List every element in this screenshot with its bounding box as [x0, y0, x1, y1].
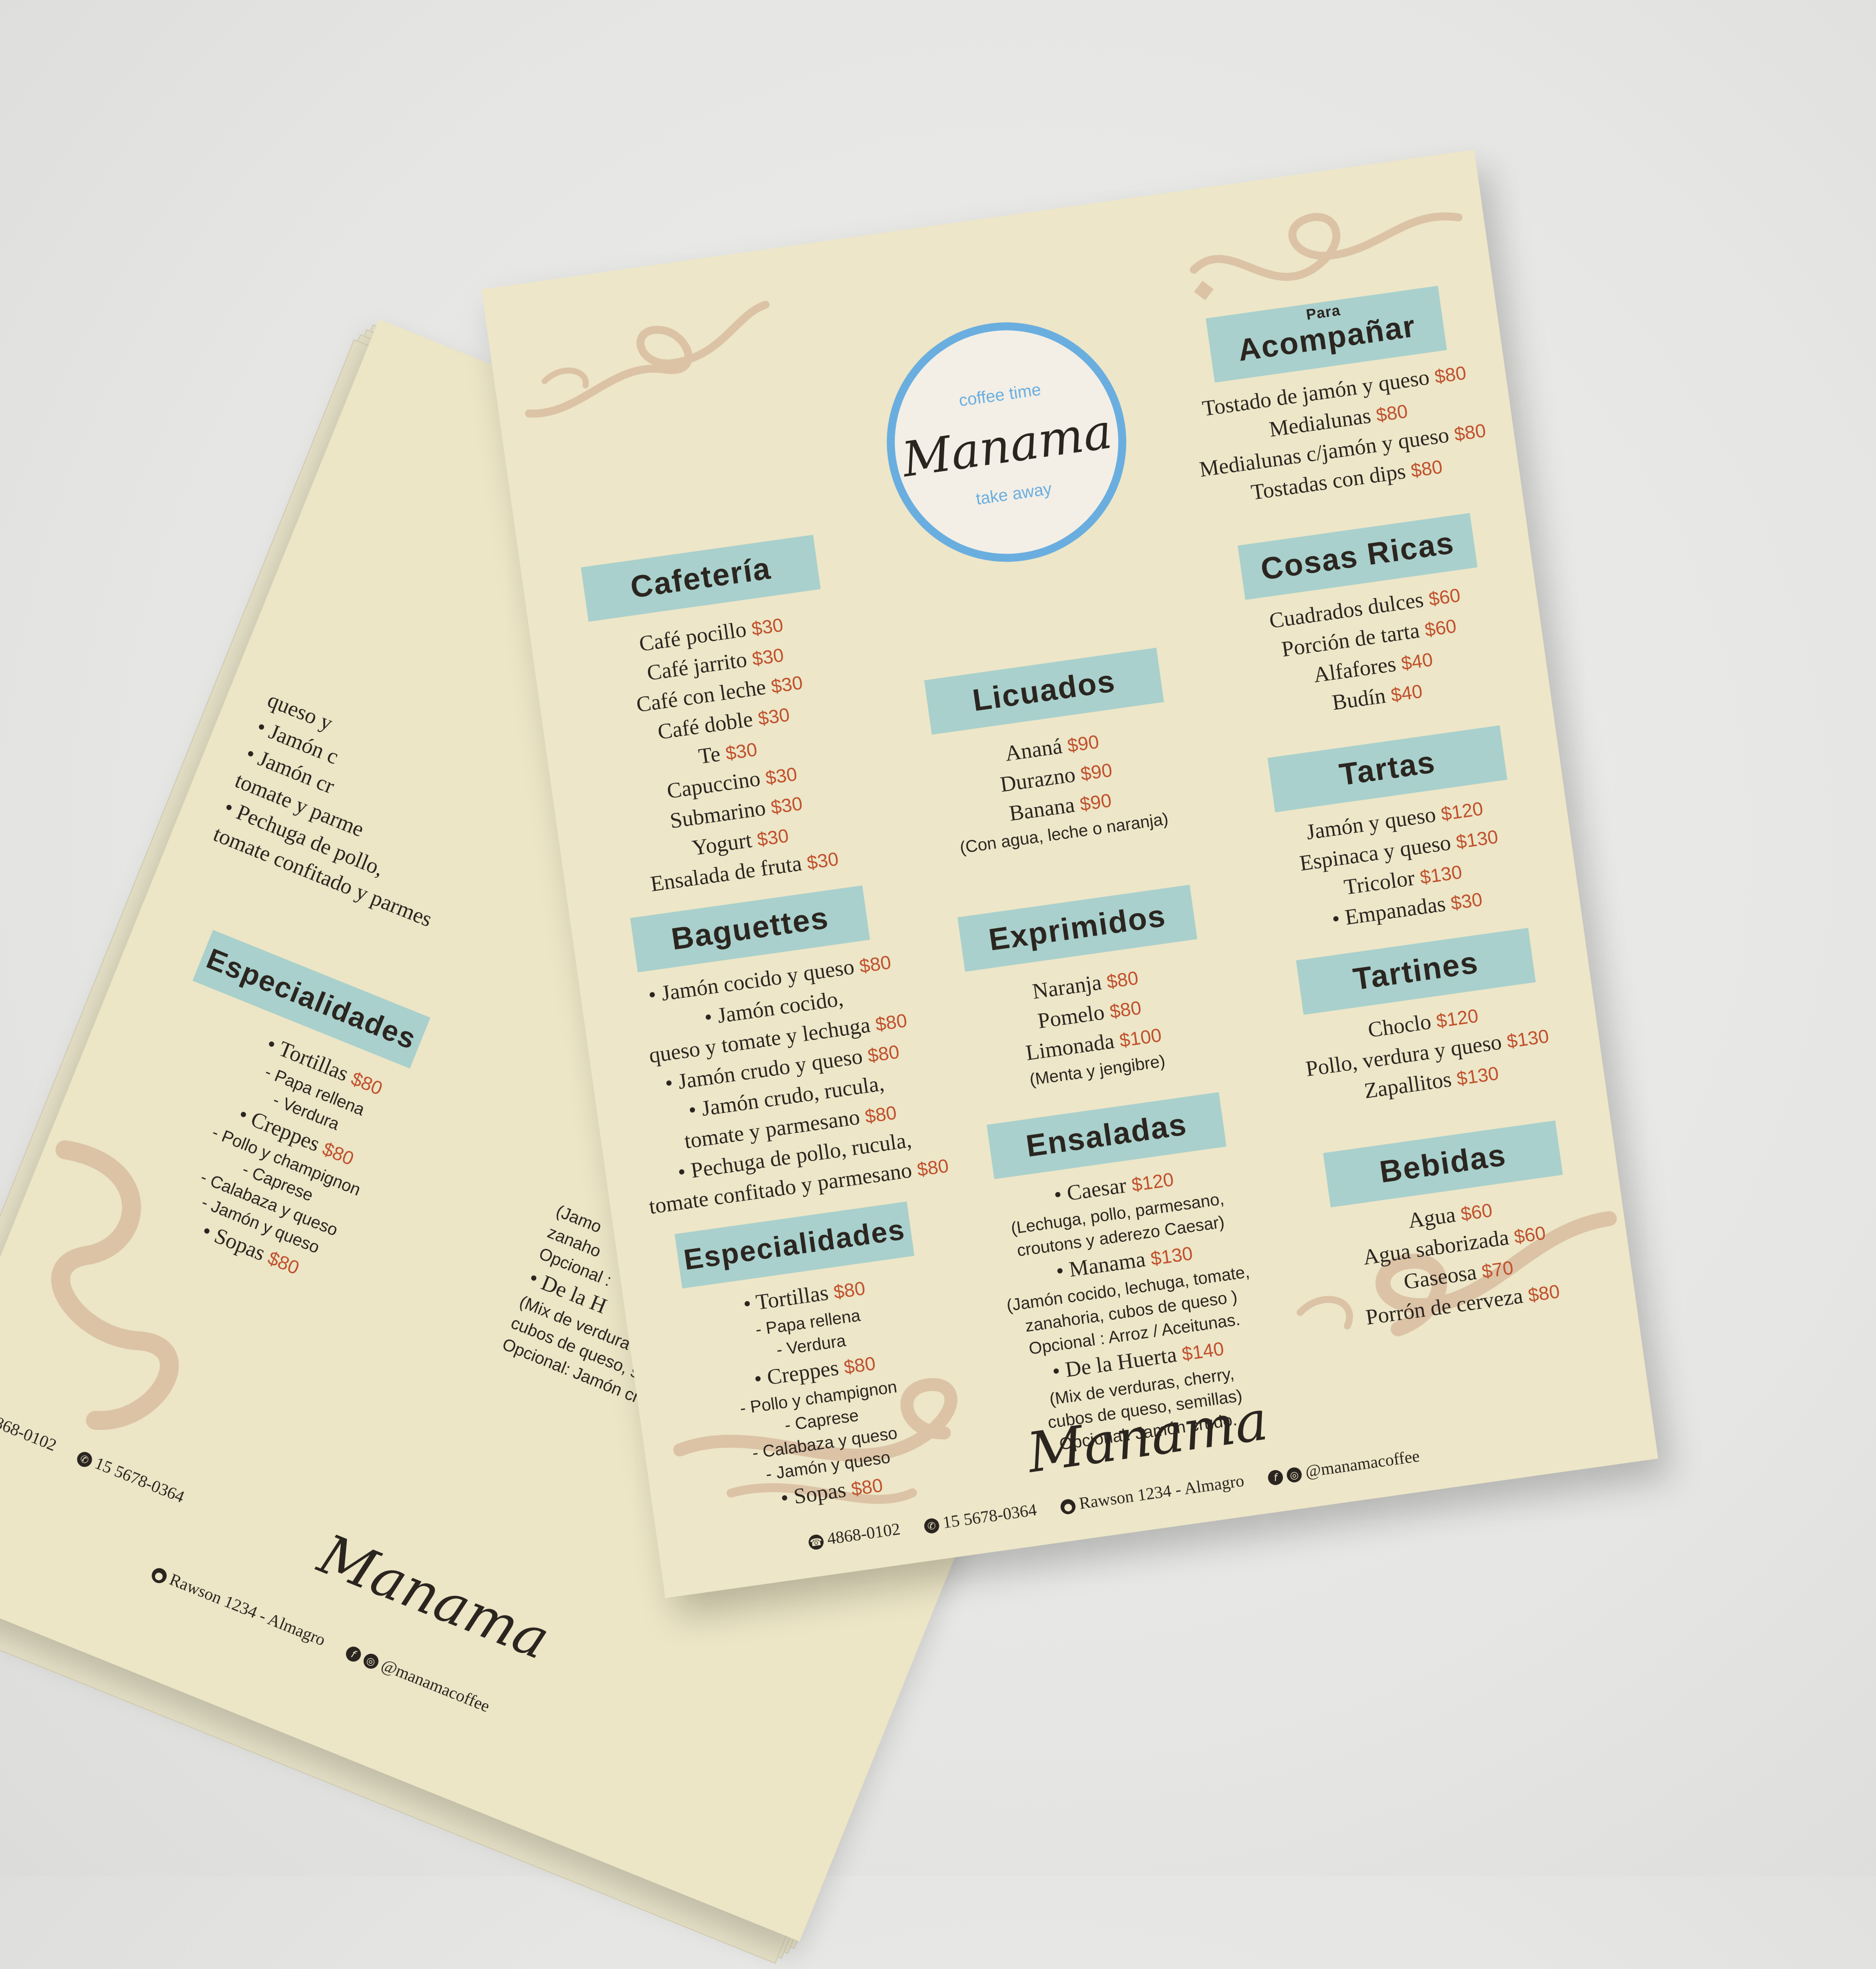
location-pin-icon: ●	[1059, 1498, 1077, 1516]
front-flyer: coffee time Manama take away Cafetería C…	[481, 150, 1659, 1598]
facebook-icon: f	[1267, 1469, 1284, 1486]
header-bebidas-label: Bebidas	[1377, 1138, 1508, 1190]
header-especialidades-label: Especialidades	[681, 1213, 907, 1277]
cafeteria-items: Café pocillo $30 Café jarrito $30 Café c…	[581, 602, 875, 905]
phone-icon: ☎	[808, 1534, 825, 1551]
header-ensaladas-label: Ensaladas	[1024, 1107, 1189, 1164]
footer-address: ● Rawson 1234 - Almagro	[1059, 1472, 1245, 1516]
header-licuados: Licuados	[924, 647, 1164, 735]
header-cafeteria: Cafetería	[581, 535, 821, 622]
top-left-ornament	[525, 300, 770, 418]
facebook-icon: f	[343, 1644, 363, 1664]
header-exprimidos-label: Exprimidos	[986, 898, 1168, 958]
header-baguettes-label: Baguettes	[669, 900, 831, 957]
header-tartas-label: Tartas	[1337, 745, 1438, 792]
exprimidos-items: Naranja $80 Pomelo $80 Limonada $100 (Me…	[952, 952, 1230, 1100]
footer-social: f ◎ @manamacoffee	[1266, 1447, 1421, 1486]
header-cafeteria-label: Cafetería	[628, 551, 773, 605]
instagram-icon: ◎	[361, 1651, 381, 1671]
whatsapp-icon: ✆	[923, 1517, 940, 1535]
back-fragments: queso y • Jamón c • Jamón cr tomate y pa…	[209, 686, 598, 978]
baguettes-items: • Jamón cocido y queso $80 • Jamón cocid…	[610, 942, 959, 1223]
brand-logo: coffee time Manama take away	[871, 307, 1142, 578]
whatsapp-icon: ✆	[74, 1449, 94, 1469]
location-pin-icon: ●	[149, 1566, 169, 1586]
header-cosas-ricas-label: Cosas Ricas	[1258, 525, 1457, 587]
header-exprimidos: Exprimidos	[957, 884, 1198, 972]
tartas-items: Jamón y queso $120 Espinaca y queso $130…	[1262, 788, 1540, 943]
especialidades-items: • Tortillas $80 - Papa rellena - Verdura…	[674, 1264, 962, 1525]
mockup-scene: Especialidades queso y • Jamón c • Jamón…	[0, 0, 1876, 1964]
instagram-icon: ◎	[1285, 1466, 1303, 1484]
header-tartines-label: Tartines	[1351, 945, 1481, 997]
licuados-items: Ananá $90 Durazno $90 Banana $90 (Con ag…	[919, 715, 1197, 863]
header-licuados-label: Licuados	[970, 664, 1118, 718]
cosas-ricas-items: Cuadrados dulces $60 Porción de tarta $6…	[1232, 575, 1510, 730]
